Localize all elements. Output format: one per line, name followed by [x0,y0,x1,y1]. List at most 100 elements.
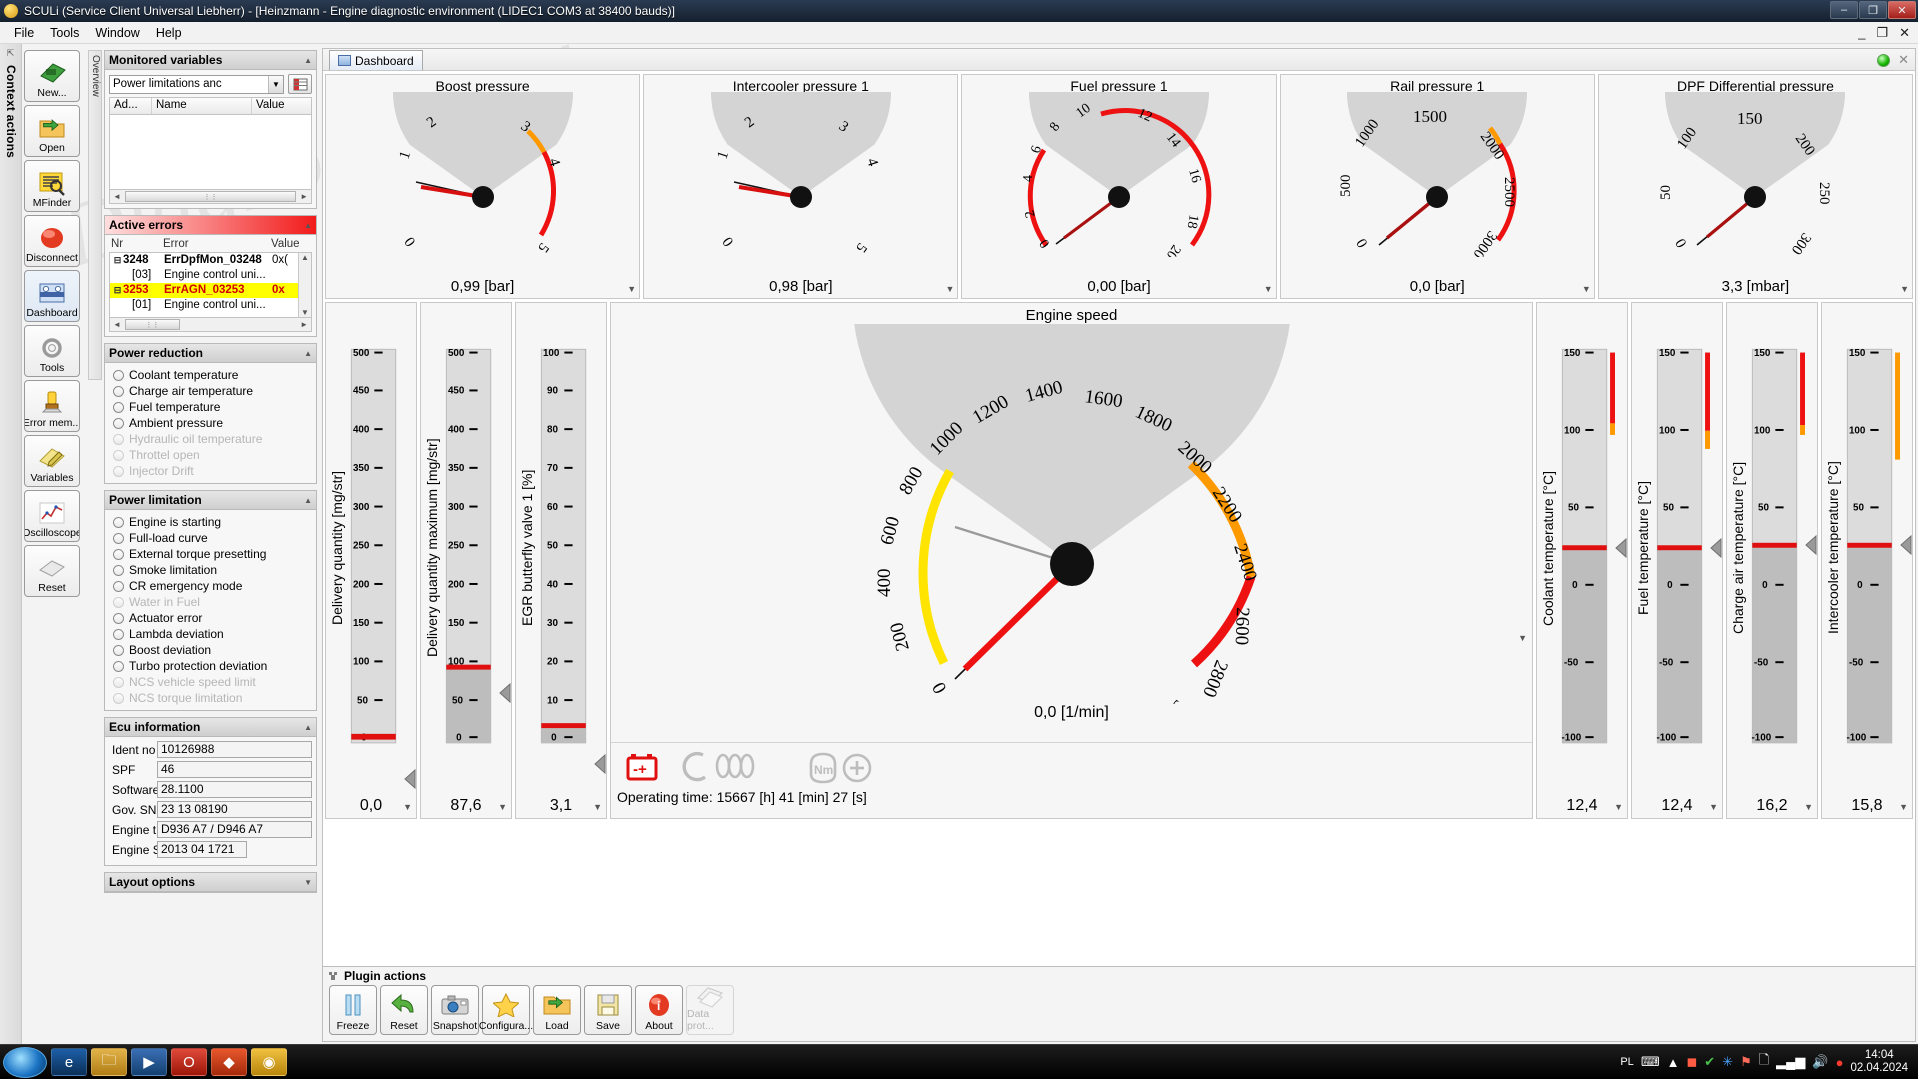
table-row[interactable]: ⊟3253 ErrAGN_03253 0x [110,283,311,298]
scroll-up-icon[interactable]: ▲ [301,253,309,262]
tool-button-reset[interactable]: Reset [24,545,80,597]
action-center-icon[interactable]: 🗋 [1759,1051,1769,1073]
preheat-coil-icon[interactable] [679,749,789,783]
chevron-down-icon[interactable]: ▼ [1709,802,1718,812]
list-item[interactable]: Charge air temperature [109,383,312,399]
scroll-down-icon[interactable]: ▼ [301,308,309,317]
monitored-variables-grid[interactable] [109,114,312,190]
snapshot-button[interactable]: Snapshot [431,985,479,1035]
scroll-right-icon[interactable]: ► [297,192,311,201]
shield-ok-icon[interactable]: ✔ [1704,1054,1715,1070]
list-item[interactable]: Engine is starting [109,514,312,530]
tool-button-variables[interactable]: Variables [24,435,80,487]
load-button[interactable]: Load [533,985,581,1035]
list-item[interactable]: Full-load curve [109,530,312,546]
chevron-down-icon[interactable]: ▼ [304,878,312,887]
active-errors-grid[interactable]: ⊟3248 ErrDpfMon_03248 0x( [03] Engine co… [109,252,312,318]
app-orange-icon[interactable]: ◉ [251,1048,287,1076]
file-explorer-icon[interactable]: 🗀 [91,1048,127,1076]
field-value[interactable]: 46 [157,761,312,778]
chevron-up-icon[interactable]: ▲ [304,56,312,65]
scroll-right-icon[interactable]: ► [297,320,311,329]
table-row[interactable]: [01] Engine control uni... [110,298,311,313]
gauge-fuel-pressure-1[interactable]: Fuel pressure 1 0 2 4 6 8 10 12 14 16 [961,74,1276,299]
field-value[interactable]: 2013 04 1721 [157,841,247,858]
power-reduction-header[interactable]: Power reduction ▲ [105,344,316,363]
field-value[interactable]: D936 A7 / D946 A7 [157,821,312,838]
minimize-button[interactable]: – [1830,1,1858,19]
opera-icon[interactable]: O [171,1048,207,1076]
gauge-boost-pressure[interactable]: Boost pressure 0 1 2 3 4 5 [325,74,640,299]
bar-delivery-quantity[interactable]: Delivery quantity [mg/str] 500 450 400 3… [325,302,417,819]
scroll-thumb[interactable]: ⋮⋮ [125,319,180,330]
chevron-down-icon[interactable]: ▼ [945,284,954,294]
variable-filter-combo[interactable]: Power limitations anc ▼ [109,75,284,94]
tool-button-open[interactable]: Open [24,105,80,157]
tool-button-new[interactable]: New... [24,50,80,102]
maximize-button[interactable]: ❐ [1859,1,1887,19]
mega-icon[interactable]: ● [1836,1055,1844,1070]
list-item[interactable]: Smoke limitation [109,562,312,578]
opera-tray-icon[interactable]: ◼ [1686,1054,1697,1070]
chevron-down-icon[interactable]: ▼ [1900,284,1909,294]
bar-intercooler-temperature[interactable]: Intercooler temperature [°C] 150 100 50 … [1821,302,1913,819]
internet-explorer-icon[interactable]: e [51,1048,87,1076]
bar-egr-butterfly-valve-1[interactable]: EGR butterfly valve 1 [%] 100 90 80 70 6… [515,302,607,819]
bar-fuel-temperature[interactable]: Fuel temperature [°C] 150 100 50 0 -50 -… [1631,302,1723,819]
tool-button-error-memory[interactable]: Error mem... [24,380,80,432]
bar-charge-air-temperature[interactable]: Charge air temperature [°C] 150 100 50 0… [1726,302,1818,819]
power-limitation-header[interactable]: Power limitation ▲ [105,491,316,510]
tool-button-oscilloscope[interactable]: Oscilloscope [24,490,80,542]
media-player-icon[interactable]: ▶ [131,1048,167,1076]
active-errors-vscrollbar[interactable]: ▲ ▼ [298,253,311,317]
chevron-down-icon[interactable]: ▼ [1264,284,1273,294]
list-item[interactable]: Fuel temperature [109,399,312,415]
gauge-rail-pressure-1[interactable]: Rail pressure 1 0 500 1000 1500 2000 250… [1280,74,1595,299]
tool-button-mfinder[interactable]: MFinder [24,160,80,212]
app-red-icon[interactable]: ◆ [211,1048,247,1076]
volume-icon[interactable]: 🔊 [1812,1054,1828,1070]
tray-language[interactable]: PL [1620,1056,1633,1068]
list-item[interactable]: Lambda deviation [109,626,312,642]
menu-item-window[interactable]: Window [87,24,147,42]
battery-icon[interactable]: -+ [625,750,659,782]
configuration-button[interactable]: Configura... [482,985,530,1035]
chevron-down-icon[interactable]: ▼ [1614,802,1623,812]
bluetooth-icon[interactable]: ✳ [1722,1054,1733,1070]
monitored-variables-hscrollbar[interactable]: ◄ ⋮⋮ ► [109,190,312,204]
tool-button-disconnect[interactable]: Disconnect [24,215,80,267]
overview-strip[interactable]: Overview [88,50,102,380]
chevron-down-icon[interactable]: ▼ [1899,802,1908,812]
close-button[interactable]: ✕ [1888,1,1916,19]
chevron-up-icon[interactable]: ▲ [304,496,312,505]
list-item[interactable]: Turbo protection deviation [109,658,312,674]
bar-delivery-quantity-maximum[interactable]: Delivery quantity maximum [mg/str] 500 4… [420,302,512,819]
table-row[interactable]: [03] Engine control uni... [110,268,311,283]
list-item[interactable]: Coolant temperature [109,367,312,383]
tool-button-dashboard[interactable]: Dashboard [24,270,80,322]
scroll-thumb[interactable]: ⋮⋮ [125,191,296,202]
chevron-down-icon[interactable]: ▼ [268,76,283,93]
clock[interactable]: 14:04 02.04.2024 [1850,1049,1908,1075]
torque-nm-icon[interactable]: Nm [809,748,909,784]
field-value[interactable]: 23 13 08190 [157,801,312,818]
tree-toggle-icon[interactable]: ⊟ [112,253,123,268]
list-item[interactable]: Ambient pressure [109,415,312,431]
monitored-variables-header[interactable]: Monitored variables ▲ [105,51,316,70]
layout-options-header[interactable]: Layout options ▼ [105,873,316,892]
signal-icon[interactable]: ▂▄▆ [1776,1054,1805,1070]
field-value[interactable]: 28.1100 [157,781,312,798]
variable-grid-button[interactable] [288,74,312,94]
list-item[interactable]: CR emergency mode [109,578,312,594]
active-errors-header[interactable]: Active errors ▲ [105,216,316,235]
chevron-up-icon[interactable]: ▲ [304,349,312,358]
windows-start-icon[interactable] [3,1047,47,1078]
ecu-information-header[interactable]: Ecu information ▲ [105,718,316,737]
list-item[interactable]: External torque presetting [109,546,312,562]
chevron-down-icon[interactable]: ▼ [1804,802,1813,812]
list-item[interactable]: Actuator error [109,610,312,626]
chevron-down-icon[interactable]: ▼ [593,802,602,812]
pin-icon[interactable]: ⇱ [0,44,21,59]
field-value[interactable]: 10126988 [157,741,312,758]
chevron-down-icon[interactable]: ▼ [627,284,636,294]
